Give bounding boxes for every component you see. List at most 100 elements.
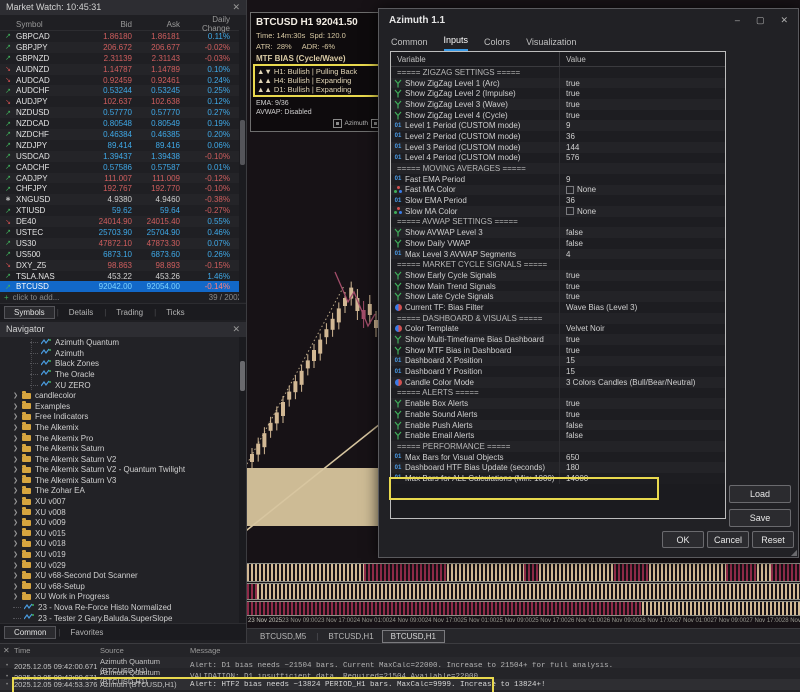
setting-value[interactable]: 3 Colors Candles (Bull/Bear/Neutral) — [559, 377, 725, 388]
reset-button[interactable]: Reset — [752, 531, 794, 548]
market-watch-row[interactable]: ↗CHFJPY192.767192.770-0.10% — [0, 183, 246, 194]
setting-value[interactable]: 650 — [559, 452, 725, 463]
setting-value[interactable]: true — [559, 398, 725, 409]
navigator-item-the-zohar-ea[interactable]: ❯The Zohar EA — [0, 486, 246, 497]
market-watch-row[interactable]: ↗TSLA.NAS453.22453.261.46% — [0, 271, 246, 282]
navigator-item-free-indicators[interactable]: ❯Free Indicators — [0, 412, 246, 423]
settings-row[interactable]: 01Level 2 Period (CUSTOM mode)36 — [391, 131, 725, 142]
navigator-item-the-oracle[interactable]: The Oracle — [0, 369, 246, 380]
market-watch-row[interactable]: ↗USDCAD1.394371.39438-0.10% — [0, 151, 246, 162]
setting-value[interactable]: false — [559, 227, 725, 238]
navigator-item-xu-v015[interactable]: ❯XU v015 — [0, 528, 246, 539]
chevron-right-icon[interactable]: ❯ — [13, 487, 22, 494]
tab-trading[interactable]: Trading — [107, 307, 152, 318]
settings-row[interactable]: Show MTF Bias in Dashboardtrue — [391, 345, 725, 356]
setting-value[interactable]: true — [559, 281, 725, 292]
settings-row[interactable]: 01Slow EMA Period36 — [391, 195, 725, 206]
chevron-right-icon[interactable]: ❯ — [13, 572, 22, 579]
dialog-titlebar[interactable]: Azimuth 1.1 – ▢ ✕ — [379, 9, 798, 31]
market-watch-scrollbar[interactable] — [239, 30, 246, 302]
setting-value[interactable]: false — [559, 430, 725, 441]
setting-value[interactable]: 180 — [559, 462, 725, 473]
chevron-right-icon[interactable]: ❯ — [13, 530, 22, 537]
chevron-right-icon[interactable]: ❯ — [13, 593, 22, 600]
setting-value[interactable]: true — [559, 270, 725, 281]
time-axis[interactable]: 23 Nov 202523 Nov 09:0023 Nov 17:0024 No… — [247, 615, 800, 627]
setting-value[interactable]: 9 — [559, 174, 725, 185]
chevron-right-icon[interactable]: ❯ — [13, 413, 22, 420]
chevron-right-icon[interactable]: ❯ — [13, 392, 22, 399]
navigator-item-xu-work-in-progress[interactable]: ❯XU Work in Progress — [0, 592, 246, 603]
market-watch-row[interactable]: ↗NZDCAD0.805480.805490.19% — [0, 118, 246, 129]
setting-value[interactable]: false — [559, 420, 725, 431]
settings-row[interactable]: Show ZigZag Level 2 (Impulse)true — [391, 88, 725, 99]
setting-value[interactable]: true — [559, 99, 725, 110]
navigator-item-azimuth[interactable]: Azimuth — [0, 348, 246, 359]
close-icon[interactable]: ✕ — [780, 15, 788, 26]
setting-value[interactable]: 4 — [559, 249, 725, 260]
minimize-icon[interactable]: – — [735, 15, 740, 26]
add-symbol-row[interactable]: +click to add... 39 / 2002 — [0, 292, 246, 303]
chevron-right-icon[interactable]: ❯ — [13, 551, 22, 558]
chevron-right-icon[interactable]: ❯ — [13, 445, 22, 452]
close-icon[interactable]: ✕ — [232, 0, 240, 15]
navigator-item-xu-v019[interactable]: ❯XU v019 — [0, 549, 246, 560]
navigator-item-23-nova-re-force-histo-normalized[interactable]: 23 - Nova Re-Force Histo Normalized — [0, 602, 246, 613]
chart-tab-1[interactable]: BTCUSD,H1 — [320, 631, 381, 642]
setting-value[interactable]: 15 — [559, 356, 725, 367]
settings-row[interactable]: 01Level 3 Period (CUSTOM mode)144 — [391, 142, 725, 153]
setting-value[interactable]: true — [559, 110, 725, 121]
tab-favorites[interactable]: Favorites — [62, 627, 113, 638]
load-button[interactable]: Load — [729, 485, 791, 503]
setting-value[interactable]: true — [559, 409, 725, 420]
navigator-item-candlecolor[interactable]: ❯candlecolor — [0, 390, 246, 401]
market-watch-row[interactable]: ↘AUDNZD1.147871.147890.10% — [0, 64, 246, 75]
settings-row[interactable]: 01Dashboard HTF Bias Update (seconds)180 — [391, 462, 725, 473]
save-button[interactable]: Save — [729, 509, 791, 527]
setting-value[interactable]: 144 — [559, 142, 725, 153]
market-watch-row[interactable]: ↗NZDCHF0.463840.463850.20% — [0, 129, 246, 140]
chevron-right-icon[interactable]: ❯ — [13, 583, 22, 590]
close-icon[interactable]: ✕ — [0, 646, 14, 655]
settings-row[interactable]: Current TF: Bias FilterWave Bias (Level … — [391, 302, 725, 313]
setting-value[interactable]: None — [559, 185, 725, 196]
setting-value[interactable]: 36 — [559, 195, 725, 206]
setting-value[interactable]: None — [559, 206, 725, 217]
setting-value[interactable]: Velvet Noir — [559, 324, 725, 335]
market-watch-row[interactable]: ✱XNGUSD4.93804.9460-0.38% — [0, 194, 246, 205]
market-watch-row[interactable]: ↗USTEC25703.9025704.900.46% — [0, 227, 246, 238]
setting-value[interactable]: Wave Bias (Level 3) — [559, 302, 725, 313]
market-watch-row[interactable]: ↘DXY_Z598.86398.893-0.15% — [0, 260, 246, 271]
settings-row[interactable]: Show ZigZag Level 1 (Arc)true — [391, 78, 725, 89]
settings-row[interactable]: 01Level 1 Period (CUSTOM mode)9 — [391, 120, 725, 131]
settings-row[interactable]: Fast MA ColorNone — [391, 185, 725, 196]
navigator-item-the-alkemix-saturn-v2[interactable]: ❯The Alkemix Saturn V2 — [0, 454, 246, 465]
resize-grip[interactable]: ◢ — [791, 548, 797, 557]
settings-row[interactable]: 01Level 4 Period (CUSTOM mode)576 — [391, 153, 725, 164]
market-watch-row[interactable]: ↗NZDJPY89.41489.4160.06% — [0, 140, 246, 151]
navigator-item-xu-v007[interactable]: ❯XU v007 — [0, 496, 246, 507]
navigator-item-23-tester-2-gary-baluda-superslope[interactable]: 23 - Tester 2 Gary.Baluda.SuperSlope — [0, 613, 246, 624]
chevron-right-icon[interactable]: ❯ — [13, 540, 22, 547]
close-icon[interactable]: ✕ — [232, 322, 240, 337]
chevron-right-icon[interactable]: ❯ — [13, 519, 22, 526]
settings-row[interactable]: 01Max Level 3 AVWAP Segments4 — [391, 249, 725, 260]
settings-row[interactable]: Candle Color Mode3 Colors Candles (Bull/… — [391, 377, 725, 388]
navigator-item-xu-v029[interactable]: ❯XU v029 — [0, 560, 246, 571]
navigator-item-the-alkemix-saturn-v3[interactable]: ❯The Alkemix Saturn V3 — [0, 475, 246, 486]
settings-row[interactable]: Color TemplateVelvet Noir — [391, 324, 725, 335]
settings-row[interactable]: 01Dashboard X Position15 — [391, 356, 725, 367]
market-watch-row[interactable]: ↗US5006873.106873.600.26% — [0, 249, 246, 260]
settings-row[interactable]: Show Multi-Timeframe Bias Dashboardtrue — [391, 334, 725, 345]
chevron-right-icon[interactable]: ❯ — [13, 509, 22, 516]
settings-row[interactable]: Enable Email Alertsfalse — [391, 430, 725, 441]
tab-symbols[interactable]: Symbols — [4, 306, 55, 319]
navigator-item-xu-v68-setup[interactable]: ❯XU v68-Setup — [0, 581, 246, 592]
dialog-tab-colors[interactable]: Colors — [484, 37, 510, 51]
market-watch-row[interactable]: ↗CADCHF0.575860.575870.01% — [0, 162, 246, 173]
navigator-item-examples[interactable]: ❯Examples — [0, 401, 246, 412]
chevron-right-icon[interactable]: ❯ — [13, 403, 22, 410]
setting-value[interactable]: 14000 — [559, 473, 725, 484]
market-watch-row[interactable]: ↘AUDJPY102.637102.6380.12% — [0, 96, 246, 107]
tab-common[interactable]: Common — [4, 626, 56, 639]
